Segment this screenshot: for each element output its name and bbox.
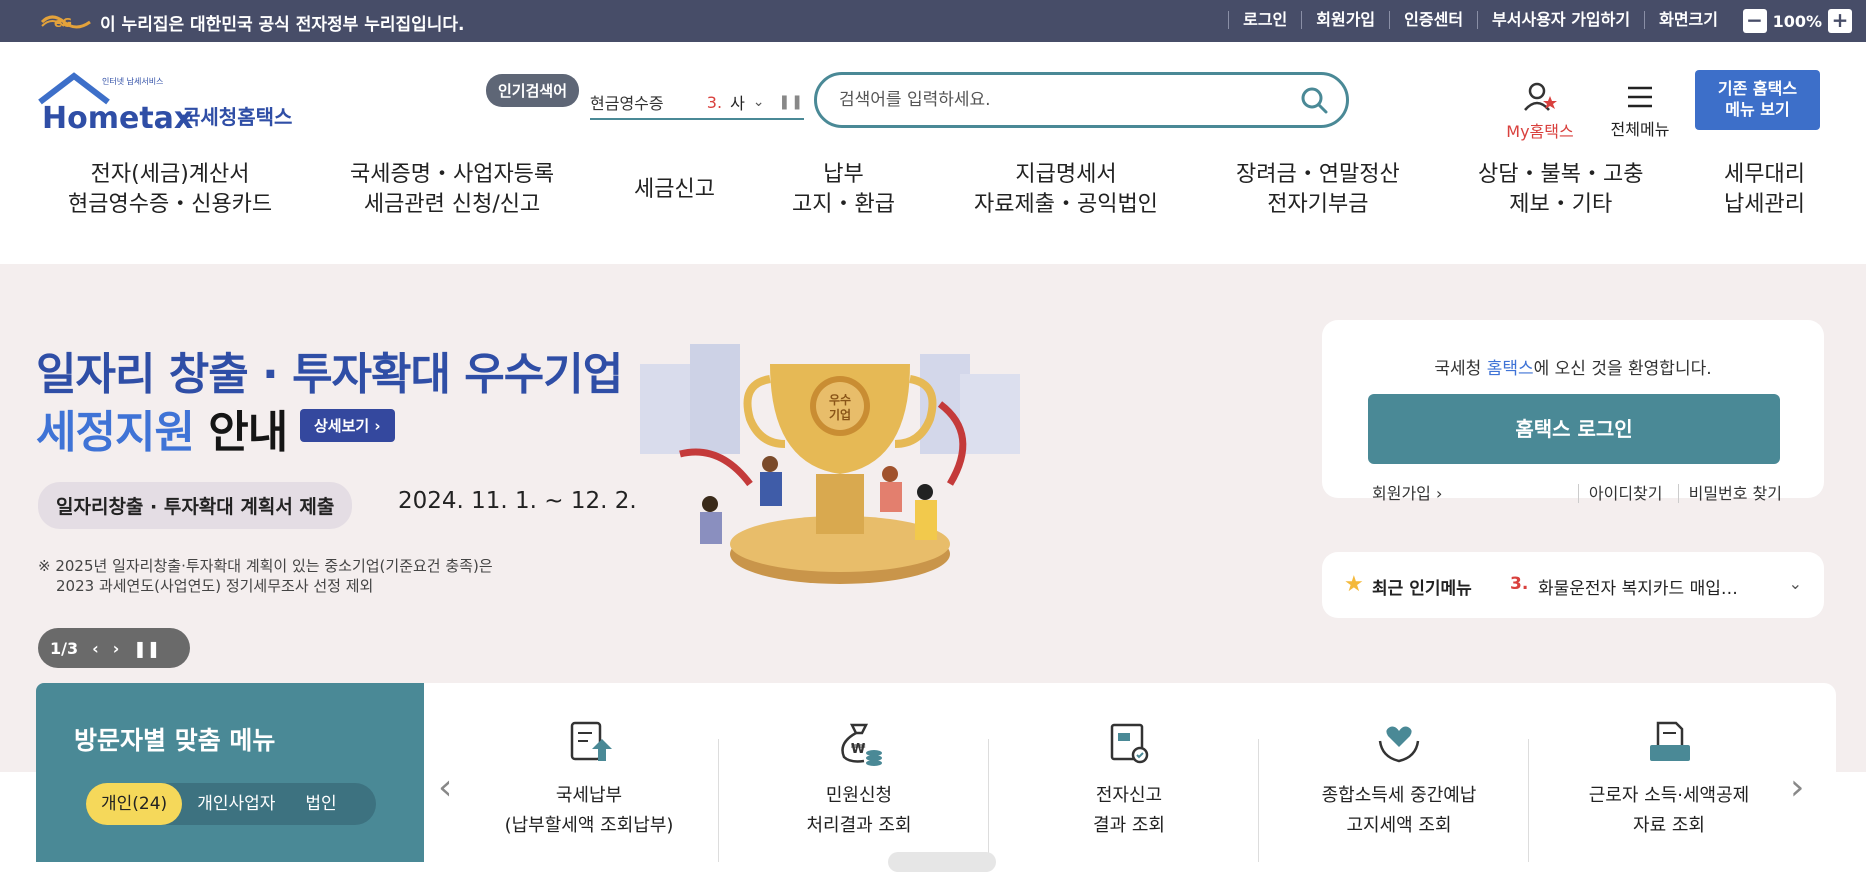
visitor-type-tabs: 개인(24) 개인사업자 법인 (86, 783, 376, 825)
quick-item-e-filing[interactable]: 전자신고 결과 조회 (994, 683, 1264, 862)
chevron-down-icon[interactable]: ⌄ (753, 94, 765, 110)
search-input[interactable] (839, 87, 1279, 113)
document-tray-icon (1650, 721, 1690, 761)
divider (988, 739, 989, 862)
nav-incentive[interactable]: 장려금・연말정산 전자기부금 (1236, 160, 1400, 220)
zoom-control: − 100% + (1742, 9, 1852, 33)
heart-hands-icon (1378, 726, 1420, 763)
chevron-down-icon[interactable]: ⌄ (1789, 574, 1802, 593)
popular-menu-rank: 3. (1510, 574, 1529, 594)
hamburger-icon (1628, 86, 1652, 108)
all-menu-button[interactable]: 전체메뉴 (1600, 84, 1680, 140)
nav-tax-agent[interactable]: 세무대리 납세관리 (1724, 160, 1805, 220)
svg-text:국세청홈택스: 국세청홈택스 (182, 105, 292, 129)
find-links: 아이디찾기 비밀번호 찾기 (1568, 480, 1782, 504)
dept-user-join-link[interactable]: 부서사용자 가입하기 (1477, 11, 1644, 29)
popular-menu-item[interactable]: 화물운전자 복지카드 매입자료 조회 (1538, 574, 1748, 599)
ticker-rank: 3. (706, 92, 723, 112)
join-link[interactable]: 회원가입 (1301, 11, 1389, 29)
ticker-prev-item[interactable]: 현금영수증 (590, 90, 683, 114)
quick-item-worker-deduction[interactable]: 근로자 소득·세액공제 자료 조회 (1534, 683, 1804, 862)
hero-notice: ※ 2025년 일자리창출·투자확대 계획이 있는 중소기업(기준요건 충족)은… (38, 557, 493, 595)
popular-menu-label: 최근 인기메뉴 (1372, 579, 1472, 599)
nav-consult[interactable]: 상담・불복・고충 제보・기타 (1478, 160, 1643, 220)
nav-certificate[interactable]: 국세증명・사업자등록 세금관련 신청/신고 (350, 160, 554, 220)
chevron-left-icon[interactable]: ‹ (438, 767, 452, 808)
scroll-hint-pill (888, 852, 996, 872)
find-password-link[interactable]: 비밀번호 찾기 (1677, 484, 1782, 503)
quick-item-civil-request[interactable]: ₩ 민원신청 처리결과 조회 (724, 683, 994, 862)
nav-payment[interactable]: 납부 고지・환급 (792, 160, 895, 220)
hometax-logo[interactable]: Hometax 인터넷 납세서비스 국세청홈택스 (38, 70, 308, 140)
gov-emblem-icon: eG (40, 15, 91, 30)
svg-text:Hometax: Hometax (42, 101, 193, 136)
money-bag-icon: ₩ (841, 723, 882, 766)
hometax-login-button[interactable]: 홈택스 로그인 (1368, 394, 1780, 464)
login-box: 국세청 홈택스에 오신 것을 환영합니다. 홈택스 로그인 회원가입 › 아이디… (1322, 320, 1824, 503)
chevron-right-icon[interactable]: › (113, 639, 120, 658)
quick-item-income-tax-interim[interactable]: 종합소득세 중간예납 고지세액 조회 (1264, 683, 1534, 862)
search-box (814, 72, 1349, 128)
zoom-level: 100% (1772, 11, 1822, 31)
pause-icon[interactable]: ❚❚ (779, 94, 804, 110)
cert-center-link[interactable]: 인증센터 (1389, 11, 1477, 29)
ticker-item[interactable]: 사 (730, 90, 745, 114)
search-icon[interactable] (1300, 86, 1328, 114)
star-icon: ★ (1344, 572, 1364, 597)
welcome-text: 국세청 홈택스에 오신 것을 환영합니다. (1434, 359, 1712, 379)
zoom-out-button[interactable]: − (1742, 9, 1767, 33)
main-nav: 전자(세금)계산서 현금영수증・신용카드 국세증명・사업자등록 세금관련 신청/신고… (0, 160, 1866, 230)
popular-search-badge: 인기검색어 (486, 74, 580, 107)
plan-date: 2024. 11. 1. ~ 12. 2. (398, 488, 637, 514)
hero-title: 일자리 창출 · 투자확대 우수기업 세정지원 안내 (36, 349, 623, 458)
top-links: 로그인 회원가입 인증센터 부서사용자 가입하기 화면크기 (1228, 11, 1732, 29)
screen-size-label: 화면크기 (1644, 11, 1732, 29)
document-upload-icon (570, 721, 612, 761)
quick-item-tax-payment[interactable]: 국세납부 (납부할세액 조회납부) (454, 683, 724, 862)
login-link[interactable]: 로그인 (1228, 11, 1301, 29)
gov-banner: eG 이 누리집은 대한민국 공식 전자정부 누리집입니다. 로그인 회원가입 … (0, 0, 1866, 42)
pause-icon[interactable]: ❚❚ (133, 639, 160, 658)
nav-payment-statement[interactable]: 지급명세서 자료제출・공익법인 (974, 160, 1158, 220)
visitor-menu-panel: 방문자별 맞춤 메뉴 개인(24) 개인사업자 법인 (36, 683, 424, 862)
gov-notice: 이 누리집은 대한민국 공식 전자정부 누리집입니다. (100, 15, 465, 35)
quick-menu-carousel: ‹ › 국세납부 (납부할세액 조회납부) ₩ 민원신청 처리결과 조회 전자신… (424, 683, 1836, 862)
join-link[interactable]: 회원가입 › (1372, 480, 1442, 504)
tab-sole-proprietor[interactable]: 개인사업자 (182, 783, 290, 825)
visitor-menu-title: 방문자별 맞춤 메뉴 (74, 726, 276, 755)
trophy-illustration: 우수 기업 (640, 344, 1020, 584)
svg-text:₩: ₩ (851, 742, 866, 757)
detail-view-button[interactable]: 상세보기 › (300, 409, 395, 442)
banner-pager: 1/3 ‹ › ❚❚ (38, 628, 190, 668)
popular-search-ticker[interactable]: 현금영수증 3. 사 ⌄ ❚❚ (590, 86, 804, 120)
old-hometax-menu-button[interactable]: 기존 홈택스 메뉴 보기 (1695, 70, 1820, 130)
nav-tax-report[interactable]: 세금신고 (634, 175, 715, 205)
site-header: Hometax 인터넷 납세서비스 국세청홈택스 인기검색어 현금영수증 3. … (0, 42, 1866, 264)
svg-text:기업: 기업 (829, 407, 851, 422)
nav-einvoice[interactable]: 전자(세금)계산서 현금영수증・신용카드 (68, 160, 272, 220)
find-id-link[interactable]: 아이디찾기 (1577, 484, 1663, 503)
divider (1528, 739, 1529, 862)
svg-text:우수: 우수 (829, 393, 851, 407)
svg-text:eG: eG (54, 16, 72, 30)
zoom-in-button[interactable]: + (1828, 9, 1852, 33)
tab-corporation[interactable]: 법인 (290, 783, 351, 825)
chevron-left-icon[interactable]: ‹ (92, 639, 99, 658)
my-hometax-button[interactable]: My홈택스 (1500, 82, 1580, 142)
user-icon (1524, 82, 1557, 111)
svg-text:인터넷 납세서비스: 인터넷 납세서비스 (102, 76, 163, 86)
certificate-icon (1110, 723, 1149, 764)
pager-count: 1/3 (50, 638, 79, 658)
divider (1258, 739, 1259, 862)
tab-individual[interactable]: 개인(24) (86, 783, 183, 825)
divider (718, 739, 719, 862)
plan-submit-pill: 일자리창출 · 투자확대 계획서 제출 (38, 482, 353, 529)
popular-menu-bar[interactable]: ★ 최근 인기메뉴 3. 화물운전자 복지카드 매입자료 조회 ⌄ (1322, 552, 1824, 618)
